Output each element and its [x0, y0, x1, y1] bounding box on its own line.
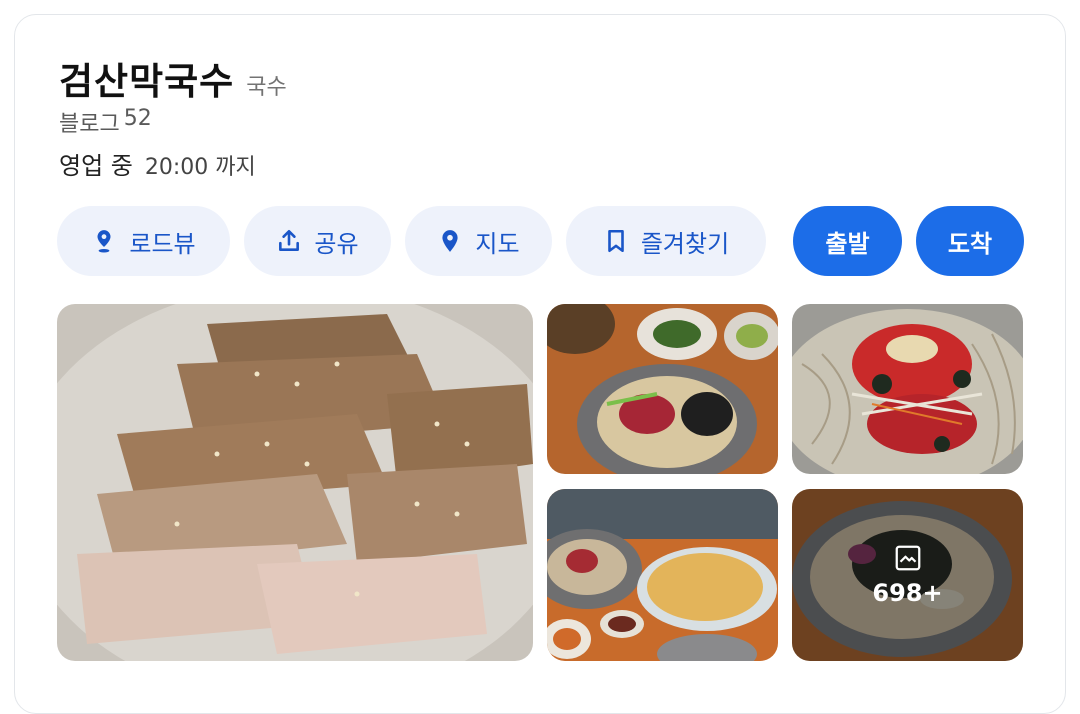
share-label: 공유 — [314, 229, 359, 258]
blog-review-link[interactable]: 블로그 52 — [59, 106, 152, 138]
depart-label: 출발 — [825, 229, 870, 258]
more-photos-count: 698+ — [872, 579, 943, 607]
gallery-icon — [893, 543, 923, 573]
closing-time: 20:00 까지 — [144, 155, 256, 180]
roadview-label: 로드뷰 — [129, 229, 196, 258]
favorite-button[interactable]: 즐겨찾기 — [566, 206, 766, 276]
share-icon — [276, 228, 302, 254]
map-label: 지도 — [475, 229, 520, 258]
map-button[interactable]: 지도 — [405, 206, 552, 276]
title-row: 검산막국수 국수 — [59, 51, 287, 105]
depart-button[interactable]: 출발 — [793, 206, 902, 276]
photo-more[interactable]: 698+ — [792, 489, 1023, 661]
more-photos-overlay: 698+ — [792, 489, 1023, 661]
photo-main-pork[interactable] — [57, 304, 533, 661]
open-status: 영업 중 — [59, 152, 133, 180]
favorite-label: 즐겨찾기 — [640, 229, 730, 258]
photo-noodle-sauce[interactable] — [792, 304, 1023, 474]
blog-label: 블로그 — [59, 112, 120, 137]
photo-table-spread[interactable] — [547, 489, 778, 661]
blog-count: 52 — [123, 106, 152, 131]
place-card: 검산막국수 국수 블로그 52 영업 중 20:00 까지 로드뷰 공유 지도 — [14, 14, 1066, 714]
action-bar: 로드뷰 공유 지도 즐겨찾기 출발 도착 — [57, 206, 1024, 276]
place-name[interactable]: 검산막국수 — [59, 51, 234, 105]
roadview-pin-icon — [91, 228, 117, 254]
place-category: 국수 — [246, 75, 287, 100]
business-hours[interactable]: 영업 중 20:00 까지 — [59, 146, 256, 181]
bookmark-icon — [603, 228, 629, 254]
map-pin-icon — [437, 228, 463, 254]
arrive-label: 도착 — [947, 229, 993, 258]
roadview-button[interactable]: 로드뷰 — [57, 206, 230, 276]
photo-bibim-noodles[interactable] — [547, 304, 778, 474]
arrive-button[interactable]: 도착 — [916, 206, 1024, 276]
share-button[interactable]: 공유 — [244, 206, 391, 276]
